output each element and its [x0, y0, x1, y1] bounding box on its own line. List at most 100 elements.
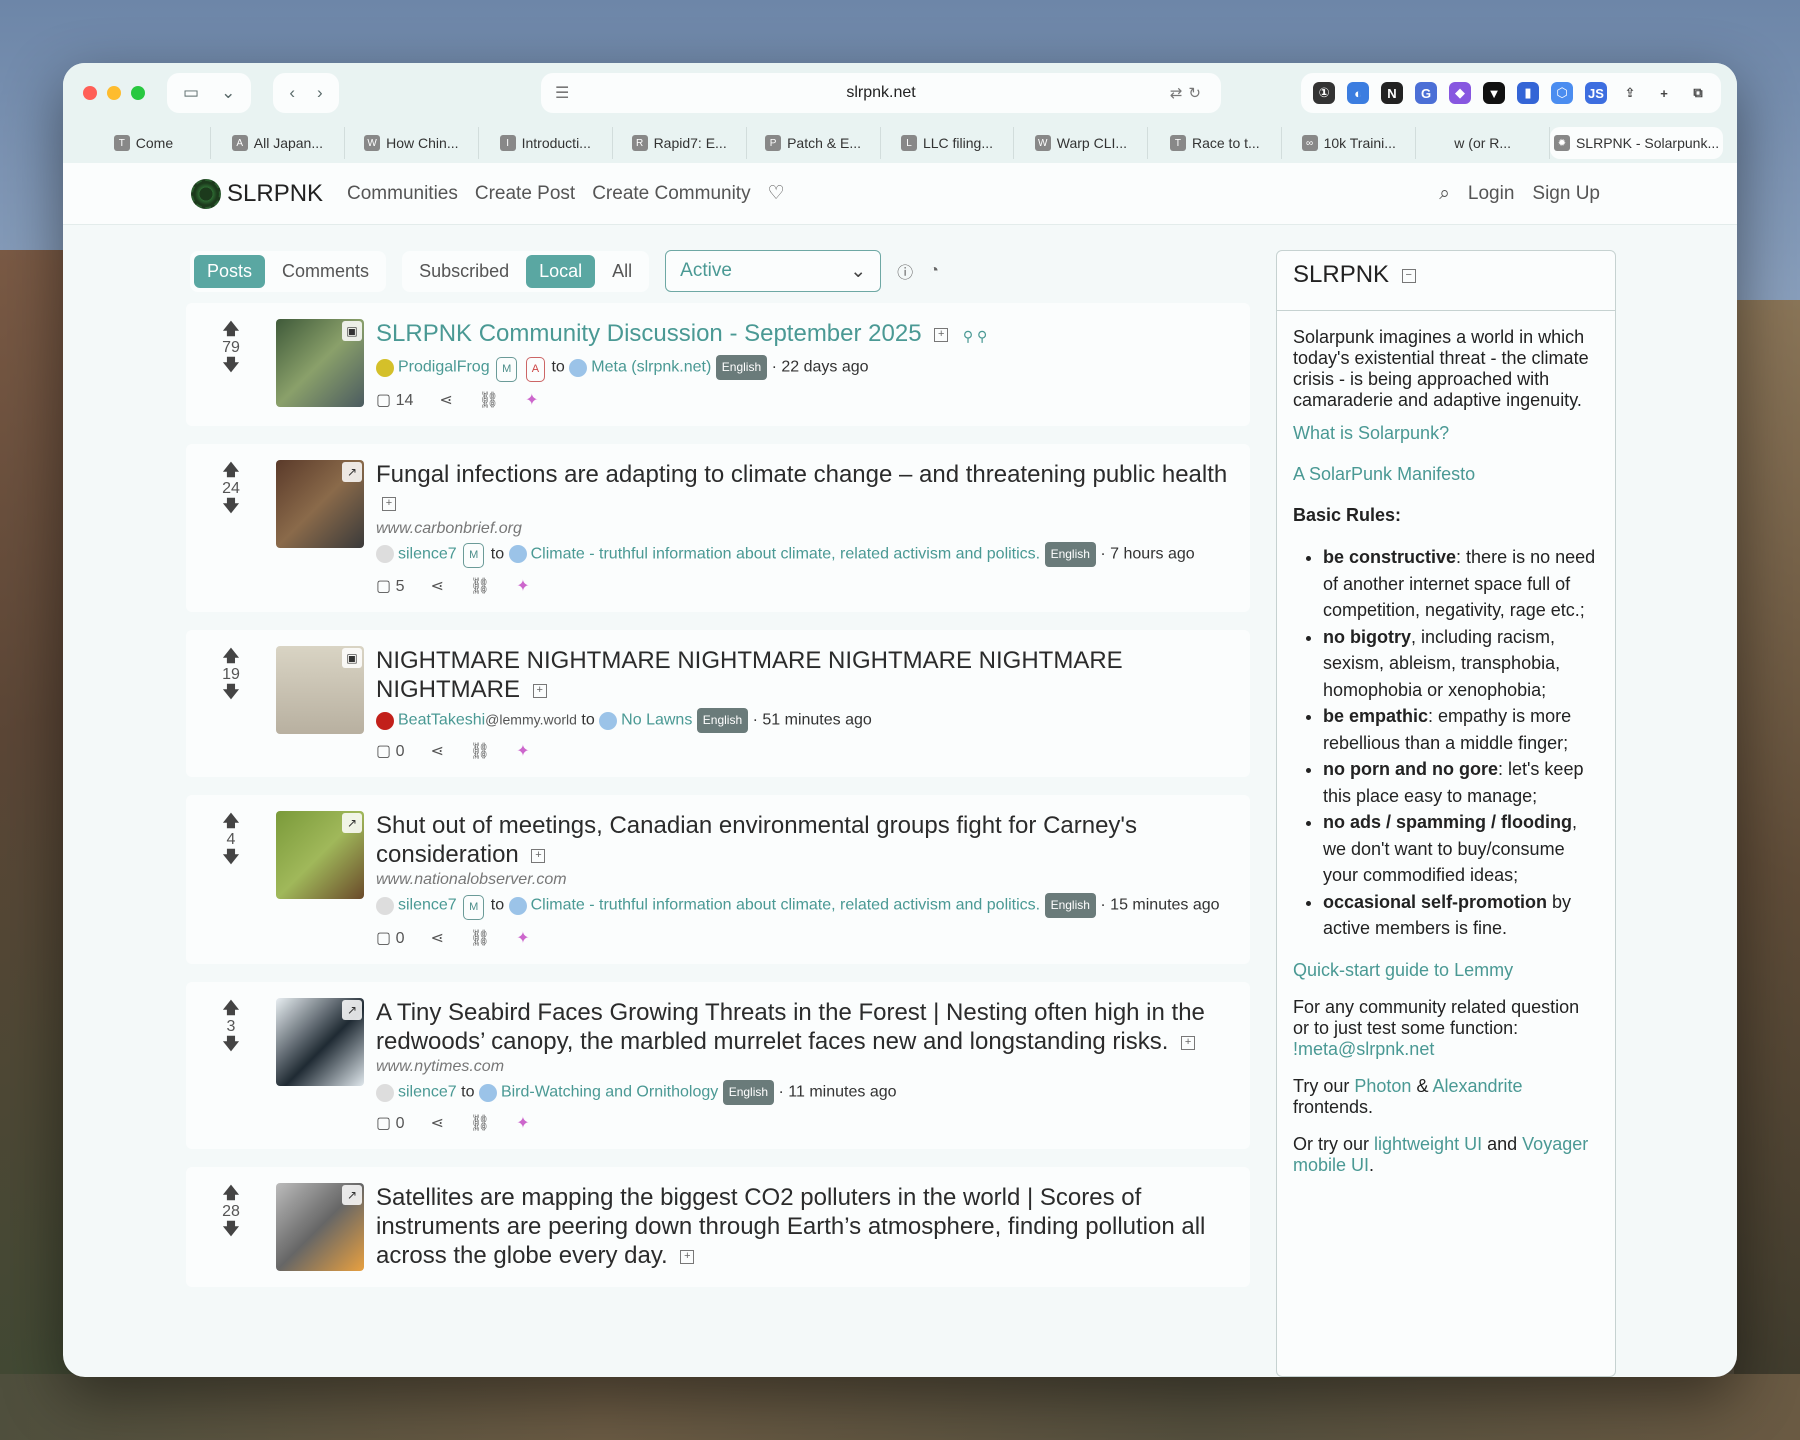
password-extension-icon[interactable]: ①	[1313, 82, 1335, 104]
post-author-link[interactable]: silence7	[398, 1084, 457, 1101]
post-author-link[interactable]: silence7	[398, 897, 457, 914]
downvote-arrow-icon[interactable]: 🡇	[223, 498, 239, 516]
fediverse-icon[interactable]: ✦	[525, 390, 538, 410]
post-title[interactable]: Shut out of meetings, Canadian environme…	[376, 811, 1234, 869]
upvote-arrow-icon[interactable]: 🡅	[223, 1000, 239, 1018]
forward-arrow-icon[interactable]: ›	[309, 83, 331, 103]
browser-tab[interactable]: ✹ SLRPNK - Solarpunk...	[1550, 127, 1723, 159]
upvote-arrow-icon[interactable]: 🡅	[223, 462, 239, 480]
heart-icon[interactable]: ♡	[768, 182, 785, 205]
browser-tab[interactable]: T Come	[77, 127, 211, 159]
post-community-link[interactable]: Climate - truthful information about cli…	[531, 897, 1041, 914]
post-title[interactable]: Satellites are mapping the biggest CO2 p…	[376, 1183, 1234, 1270]
post-title[interactable]: NIGHTMARE NIGHTMARE NIGHTMARE NIGHTMARE …	[376, 646, 1234, 704]
comments-button[interactable]: ▢ 0	[376, 1113, 404, 1133]
upvote-arrow-icon[interactable]: 🡅	[223, 321, 239, 339]
subscribed-toggle[interactable]: Subscribed	[406, 255, 522, 288]
browser-tab[interactable]: T Race to t...	[1148, 127, 1283, 159]
meta-community-link[interactable]: !meta@slrpnk.net	[1293, 1039, 1434, 1059]
notion-icon[interactable]: N	[1381, 82, 1403, 104]
chevron-down-icon[interactable]: ⌄	[213, 83, 243, 103]
local-toggle[interactable]: Local	[526, 254, 596, 288]
fediverse-icon[interactable]: ✦	[516, 741, 529, 761]
posts-toggle[interactable]: Posts	[194, 254, 266, 288]
browser-tab[interactable]: L LLC filing...	[881, 127, 1015, 159]
browser-tab[interactable]: R Rapid7: E...	[613, 127, 747, 159]
post-author-link[interactable]: ProdigalFrog	[398, 359, 490, 376]
all-toggle[interactable]: All	[599, 255, 645, 288]
quickstart-link[interactable]: Quick-start guide to Lemmy	[1293, 960, 1513, 980]
js-extension-icon[interactable]: JS	[1585, 82, 1607, 104]
post-community-link[interactable]: Bird-Watching and Ornithology	[501, 1084, 718, 1101]
post-community-link[interactable]: Climate - truthful information about cli…	[531, 545, 1041, 562]
comments-toggle[interactable]: Comments	[269, 255, 382, 288]
link-icon[interactable]: ⛓	[479, 390, 499, 410]
page-menu-icon[interactable]: ☰	[555, 83, 569, 103]
downvote-arrow-icon[interactable]: 🡇	[223, 357, 239, 375]
link-icon[interactable]: ⛓	[470, 576, 490, 596]
cat-extension-icon[interactable]: ▼	[1483, 82, 1505, 104]
comments-button[interactable]: ▢ 5	[376, 576, 404, 596]
post-domain[interactable]: www.carbonbrief.org	[376, 520, 1234, 538]
comments-button[interactable]: ▢ 14	[376, 390, 413, 410]
comments-button[interactable]: ▢ 0	[376, 741, 404, 761]
site-logo[interactable]: SLRPNK	[191, 178, 323, 209]
post-domain[interactable]: www.nationalobserver.com	[376, 871, 1234, 889]
link-icon[interactable]: ⛓	[470, 1113, 490, 1133]
expand-icon[interactable]: +	[531, 849, 546, 864]
nav-create-community[interactable]: Create Community	[592, 183, 750, 205]
post-thumbnail[interactable]: ↗	[276, 459, 364, 548]
signup-link[interactable]: Sign Up	[1532, 183, 1600, 205]
browser-tab[interactable]: W How Chin...	[345, 127, 479, 159]
link-icon[interactable]: ⛓	[470, 928, 490, 948]
post-thumbnail[interactable]: ↗	[276, 811, 364, 900]
post-community-link[interactable]: Meta (slrpnk.net)	[591, 359, 711, 376]
alexandrite-link[interactable]: Alexandrite	[1432, 1076, 1522, 1096]
browser-tab[interactable]: ∞ 10k Traini...	[1282, 127, 1417, 159]
downvote-arrow-icon[interactable]: 🡇	[223, 849, 239, 867]
post-author-link[interactable]: silence7	[398, 545, 457, 562]
collapse-icon[interactable]: −	[1401, 268, 1416, 283]
browser-tab[interactable]: A All Japan...	[211, 127, 345, 159]
share-icon[interactable]: ⋖	[439, 390, 452, 410]
upvote-arrow-icon[interactable]: 🡅	[223, 648, 239, 666]
sort-select[interactable]: Active ⌄	[665, 250, 882, 292]
sidebar-icon[interactable]: ▭	[175, 83, 207, 103]
post-community-link[interactable]: No Lawns	[621, 712, 692, 729]
search-icon[interactable]: ⌕	[1439, 183, 1450, 205]
share-icon[interactable]: ⋖	[430, 1113, 443, 1133]
fediverse-icon[interactable]: ✦	[516, 576, 529, 596]
share-icon[interactable]: ⋖	[430, 576, 443, 596]
rss-icon[interactable]: ◔	[929, 262, 939, 280]
translate-extension-icon[interactable]: G	[1415, 82, 1437, 104]
fediverse-icon[interactable]: ✦	[516, 928, 529, 948]
post-author-link[interactable]: BeatTakeshi	[398, 712, 485, 729]
login-link[interactable]: Login	[1468, 183, 1515, 205]
downvote-arrow-icon[interactable]: 🡇	[223, 1221, 239, 1239]
post-title[interactable]: Fungal infections are adapting to climat…	[376, 460, 1234, 518]
browser-tab[interactable]: P Patch & E...	[747, 127, 881, 159]
minimize-window-button[interactable]	[107, 86, 121, 100]
manifesto-link[interactable]: A SolarPunk Manifesto	[1293, 464, 1475, 484]
share-icon[interactable]: ⇪	[1619, 82, 1641, 104]
expand-icon[interactable]: +	[1181, 1035, 1196, 1050]
post-title[interactable]: A Tiny Seabird Faces Growing Threats in …	[376, 998, 1234, 1056]
browser-tab[interactable]: I Introducti...	[479, 127, 613, 159]
post-thumbnail[interactable]: ▣	[276, 319, 364, 407]
close-window-button[interactable]	[83, 86, 97, 100]
back-arrow-icon[interactable]: ‹	[281, 83, 303, 103]
nav-create-post[interactable]: Create Post	[475, 183, 575, 205]
reload-icon[interactable]: ⇄↻	[1170, 84, 1207, 102]
comments-button[interactable]: ▢ 0	[376, 928, 404, 948]
nav-communities[interactable]: Communities	[347, 183, 458, 205]
share-icon[interactable]: ⋖	[430, 928, 443, 948]
expand-icon[interactable]: +	[382, 497, 396, 512]
expand-icon[interactable]: +	[532, 684, 547, 699]
tab-overview-icon[interactable]: ⧉	[1687, 82, 1709, 104]
share-icon[interactable]: ⋖	[430, 741, 443, 761]
zoom-window-button[interactable]	[131, 86, 145, 100]
upvote-arrow-icon[interactable]: 🡅	[223, 813, 239, 831]
upvote-arrow-icon[interactable]: 🡅	[223, 1185, 239, 1203]
post-thumbnail[interactable]: ▣	[276, 646, 364, 735]
browser-tab[interactable]: W Warp CLI...	[1014, 127, 1149, 159]
